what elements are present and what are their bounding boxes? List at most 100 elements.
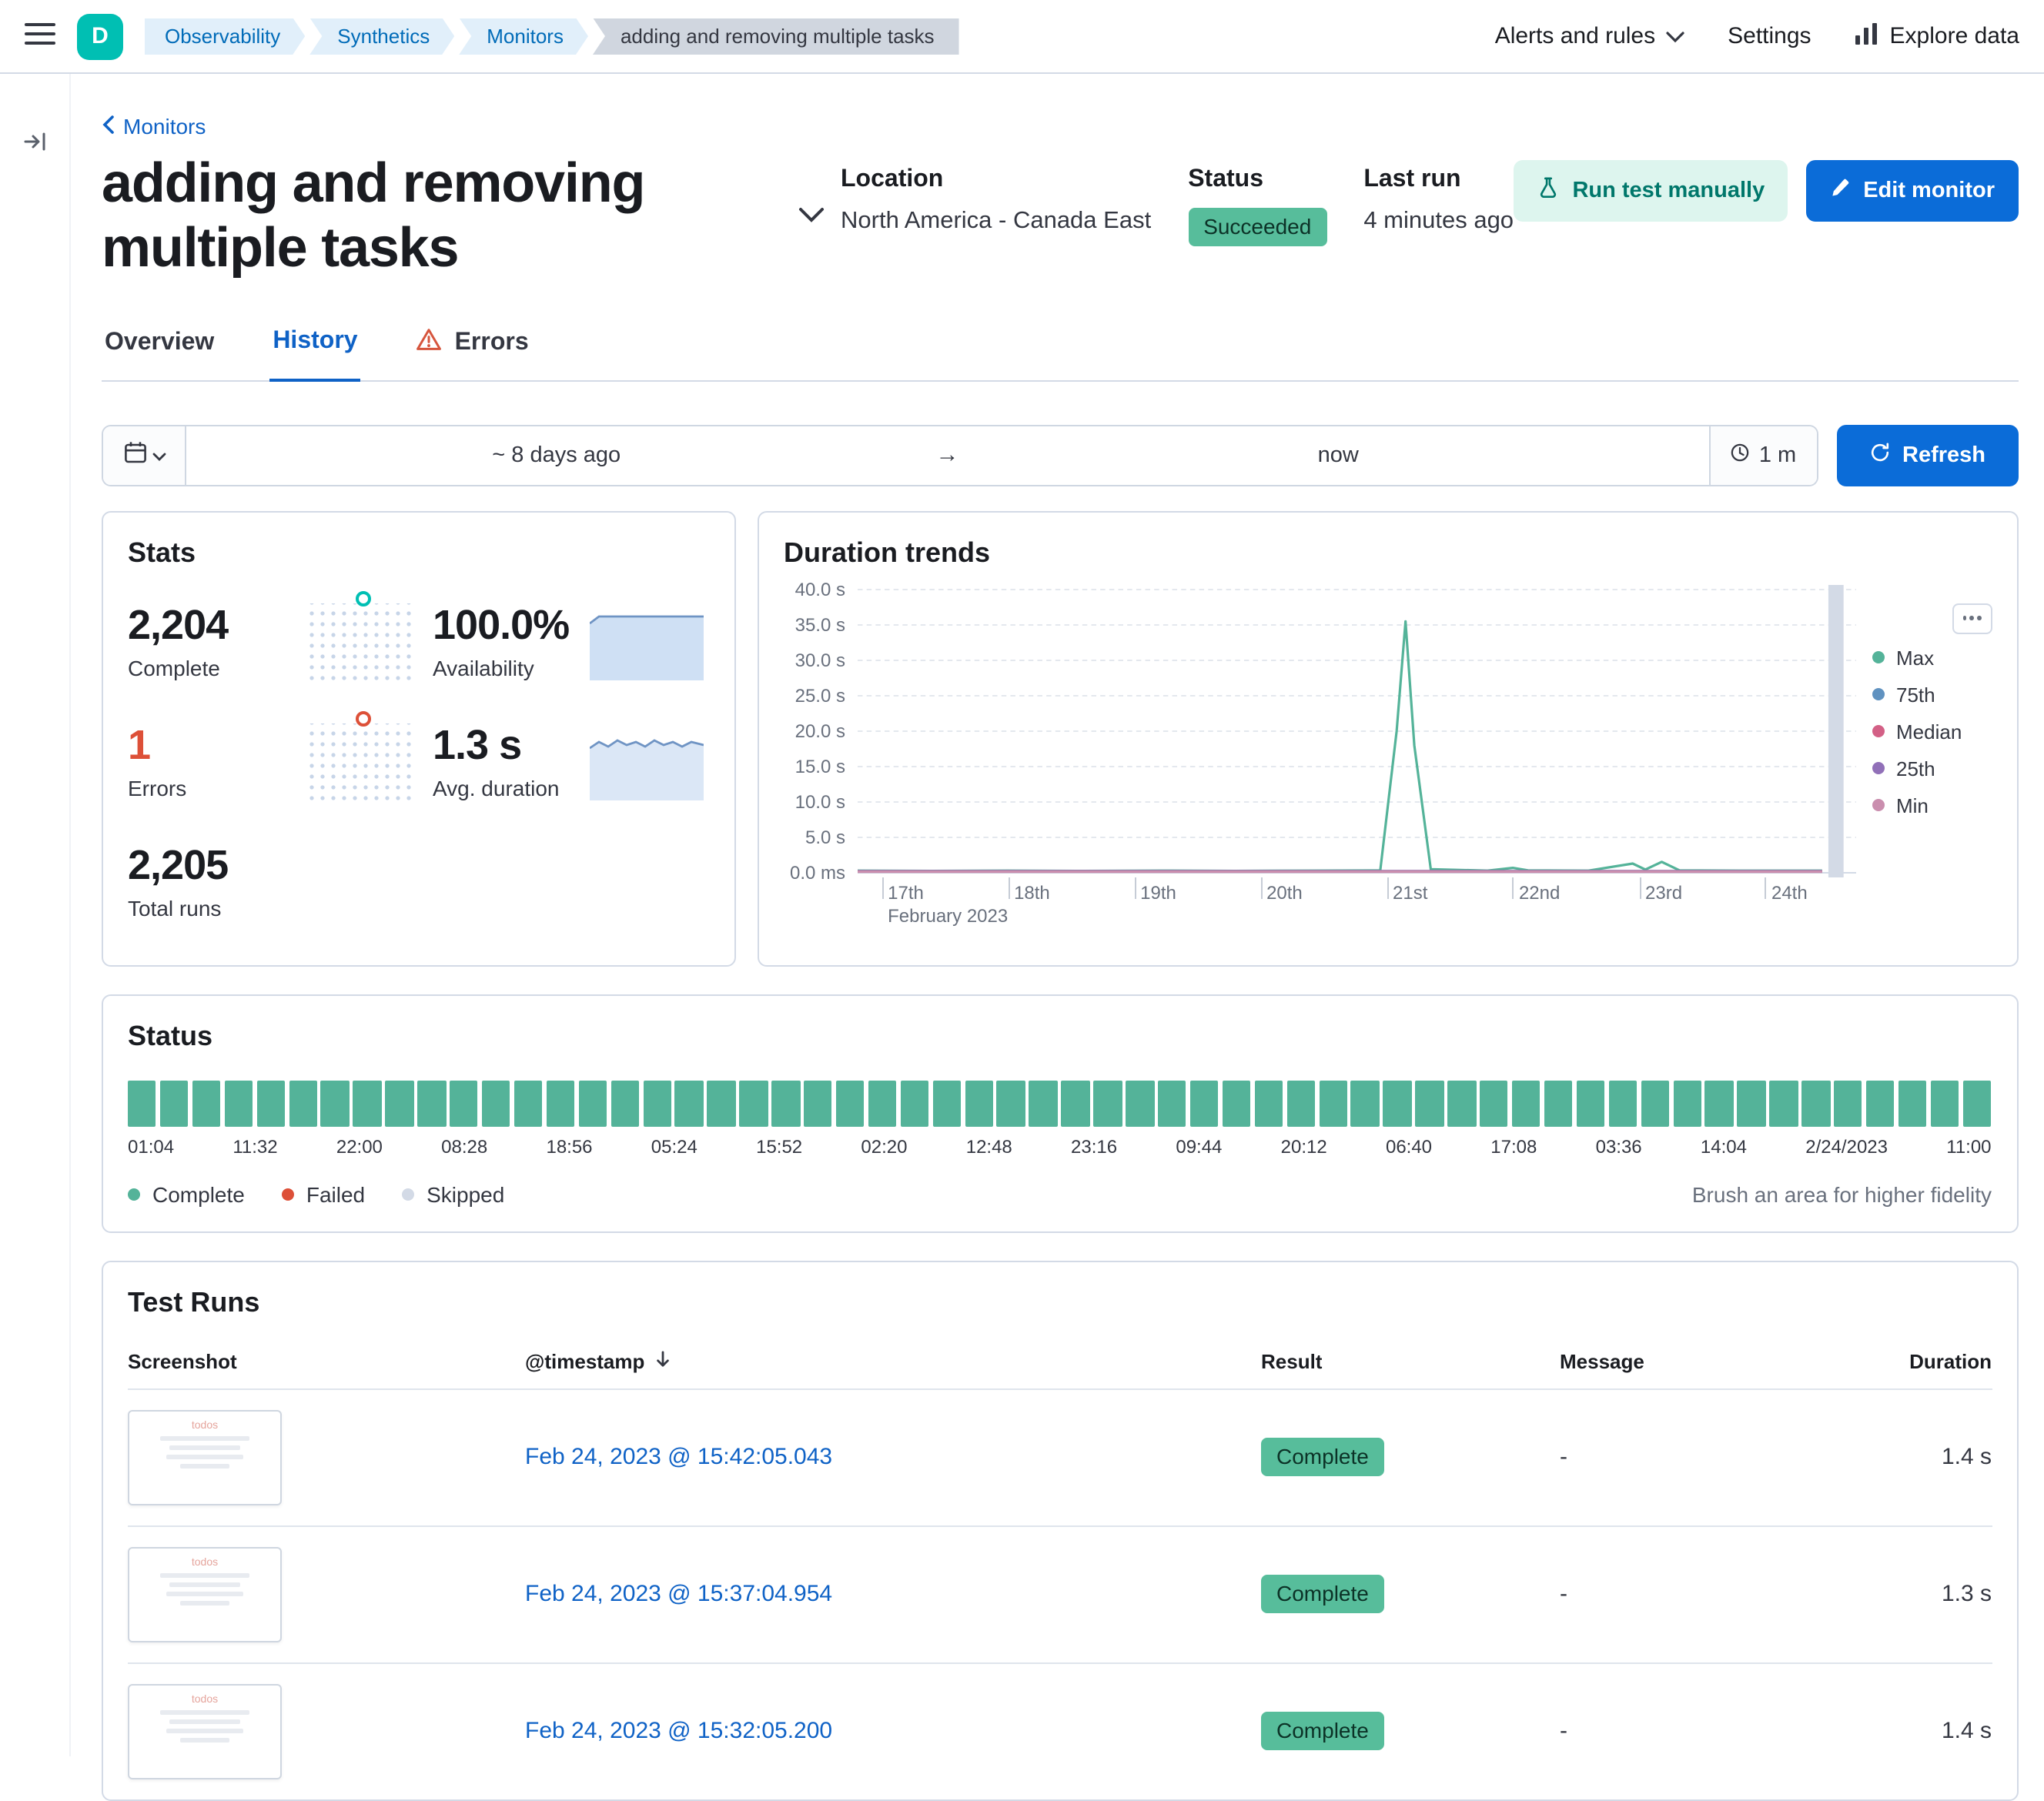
status-bar[interactable] bbox=[192, 1081, 221, 1127]
status-bar[interactable] bbox=[1383, 1081, 1412, 1127]
status-bar[interactable] bbox=[1126, 1081, 1154, 1127]
status-bar[interactable] bbox=[771, 1081, 800, 1127]
quick-select-button[interactable] bbox=[103, 426, 186, 485]
status-bar[interactable] bbox=[1801, 1081, 1830, 1127]
status-bar[interactable] bbox=[1866, 1081, 1895, 1127]
status-bar[interactable] bbox=[708, 1081, 736, 1127]
date-range-start[interactable]: ~ 8 days ago bbox=[186, 442, 927, 469]
status-bar[interactable] bbox=[1319, 1081, 1347, 1127]
screenshot-thumbnail[interactable]: todos bbox=[128, 1410, 282, 1505]
status-bar[interactable] bbox=[739, 1081, 768, 1127]
expand-sidebar-button[interactable] bbox=[22, 129, 47, 159]
status-bar[interactable] bbox=[1190, 1081, 1219, 1127]
status-bar[interactable] bbox=[289, 1081, 317, 1127]
screenshot-thumbnail[interactable]: todos bbox=[128, 1684, 282, 1779]
refresh-button[interactable]: Refresh bbox=[1836, 425, 2018, 486]
status-bar[interactable] bbox=[224, 1081, 253, 1127]
status-bars[interactable] bbox=[128, 1081, 1992, 1127]
status-bar[interactable] bbox=[1447, 1081, 1476, 1127]
breadcrumb-monitors[interactable]: Monitors bbox=[459, 18, 588, 55]
breadcrumb-synthetics[interactable]: Synthetics bbox=[309, 18, 454, 55]
space-avatar[interactable]: D bbox=[77, 13, 123, 59]
date-range-end[interactable]: now bbox=[968, 442, 1709, 469]
status-bar[interactable] bbox=[1512, 1081, 1541, 1127]
column-header-timestamp[interactable]: @timestamp bbox=[525, 1350, 671, 1373]
main-content: Monitors adding and removing multiple ta… bbox=[71, 74, 2044, 1756]
legend-label-25th: 25th bbox=[1896, 757, 1935, 780]
status-bar[interactable] bbox=[128, 1081, 156, 1127]
legend-item-median[interactable]: Median bbox=[1872, 720, 1962, 743]
status-bar[interactable] bbox=[256, 1081, 285, 1127]
screenshot-thumbnail[interactable]: todos bbox=[128, 1547, 282, 1642]
time-label: 18:56 bbox=[546, 1136, 592, 1158]
duration-trends-title: Duration trends bbox=[784, 537, 1992, 570]
status-bar[interactable] bbox=[804, 1081, 832, 1127]
status-bar[interactable] bbox=[1769, 1081, 1798, 1127]
legend-item-25th[interactable]: 25th bbox=[1872, 757, 1935, 780]
status-bar[interactable] bbox=[1223, 1081, 1251, 1127]
legend-item-75th[interactable]: 75th bbox=[1872, 683, 1935, 707]
status-bar[interactable] bbox=[353, 1081, 382, 1127]
refresh-interval-button[interactable]: 1 m bbox=[1708, 426, 1816, 485]
run-test-manually-button[interactable]: Run test manually bbox=[1514, 160, 1788, 222]
status-panel: Status 01:0411:3222:0008:2818:5605:2415:… bbox=[102, 994, 2018, 1233]
status-bar[interactable] bbox=[997, 1081, 1025, 1127]
status-bar[interactable] bbox=[901, 1081, 929, 1127]
status-bar[interactable] bbox=[611, 1081, 639, 1127]
status-bar[interactable] bbox=[1286, 1081, 1315, 1127]
legend-item-min[interactable]: Min bbox=[1872, 794, 1929, 817]
status-bar[interactable] bbox=[1029, 1081, 1058, 1127]
chart-options-button[interactable] bbox=[1952, 603, 1992, 634]
status-bar[interactable] bbox=[1416, 1081, 1444, 1127]
status-bar[interactable] bbox=[836, 1081, 865, 1127]
status-bar[interactable] bbox=[868, 1081, 897, 1127]
back-to-monitors-link[interactable]: Monitors bbox=[102, 114, 206, 139]
duration-trends-chart[interactable] bbox=[858, 585, 1856, 877]
status-bar[interactable] bbox=[1673, 1081, 1701, 1127]
status-bar[interactable] bbox=[450, 1081, 478, 1127]
test-run-timestamp-link[interactable]: Feb 24, 2023 @ 15:32:05.200 bbox=[525, 1719, 832, 1745]
status-bar[interactable] bbox=[1480, 1081, 1508, 1127]
status-bar[interactable] bbox=[578, 1081, 607, 1127]
alerts-and-rules-menu[interactable]: Alerts and rules bbox=[1495, 23, 1684, 49]
breadcrumb-observability[interactable]: Observability bbox=[145, 18, 305, 55]
status-bar[interactable] bbox=[1898, 1081, 1927, 1127]
status-bar[interactable] bbox=[417, 1081, 446, 1127]
legend-item-max[interactable]: Max bbox=[1872, 647, 1934, 670]
status-bar[interactable] bbox=[482, 1081, 510, 1127]
status-bar[interactable] bbox=[1641, 1081, 1669, 1127]
status-bar[interactable] bbox=[321, 1081, 350, 1127]
status-bar[interactable] bbox=[1062, 1081, 1090, 1127]
status-bar[interactable] bbox=[643, 1081, 671, 1127]
status-bar[interactable] bbox=[1834, 1081, 1862, 1127]
test-run-timestamp-link[interactable]: Feb 24, 2023 @ 15:42:05.043 bbox=[525, 1445, 832, 1471]
status-bar[interactable] bbox=[1577, 1081, 1605, 1127]
explore-data-link[interactable]: Explore data bbox=[1855, 21, 2019, 52]
status-bar[interactable] bbox=[675, 1081, 704, 1127]
tab-errors[interactable]: Errors bbox=[413, 328, 532, 380]
status-bar[interactable] bbox=[1608, 1081, 1637, 1127]
status-bar[interactable] bbox=[386, 1081, 414, 1127]
status-bar[interactable] bbox=[1254, 1081, 1283, 1127]
tab-history[interactable]: History bbox=[269, 328, 360, 382]
settings-link[interactable]: Settings bbox=[1728, 23, 1811, 49]
status-bar[interactable] bbox=[1931, 1081, 1959, 1127]
status-bar[interactable] bbox=[1093, 1081, 1122, 1127]
status-bar[interactable] bbox=[1738, 1081, 1766, 1127]
status-bar[interactable] bbox=[547, 1081, 575, 1127]
time-label: 05:24 bbox=[651, 1136, 698, 1158]
hamburger-menu-button[interactable] bbox=[25, 22, 55, 51]
edit-monitor-button[interactable]: Edit monitor bbox=[1806, 160, 2018, 222]
status-bar[interactable] bbox=[1962, 1081, 1991, 1127]
status-bar[interactable] bbox=[160, 1081, 189, 1127]
status-bar[interactable] bbox=[965, 1081, 993, 1127]
status-bar[interactable] bbox=[1351, 1081, 1380, 1127]
status-bar[interactable] bbox=[932, 1081, 961, 1127]
status-bar[interactable] bbox=[1158, 1081, 1186, 1127]
status-bar[interactable] bbox=[514, 1081, 543, 1127]
test-run-timestamp-link[interactable]: Feb 24, 2023 @ 15:37:04.954 bbox=[525, 1582, 832, 1608]
tab-overview[interactable]: Overview bbox=[102, 328, 217, 380]
status-bar[interactable] bbox=[1705, 1081, 1734, 1127]
status-bar[interactable] bbox=[1544, 1081, 1573, 1127]
monitor-switcher-button[interactable] bbox=[798, 205, 825, 228]
